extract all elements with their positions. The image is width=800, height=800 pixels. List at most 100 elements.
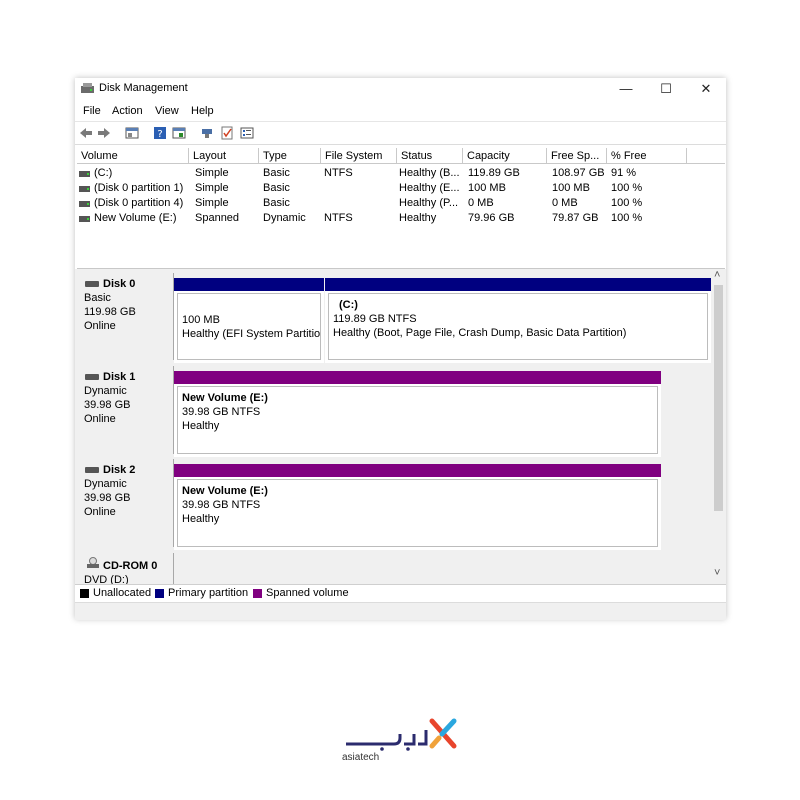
volume-name: New Volume (E:) [94, 212, 177, 224]
partition-bar [174, 371, 661, 384]
scrollbar-thumb[interactable] [714, 285, 723, 511]
drive-icon [79, 201, 90, 207]
disk-management-app-icon [81, 83, 94, 93]
menu-action[interactable]: Action [112, 105, 143, 117]
volume-row[interactable]: (Disk 0 partition 4) Simple Basic Health… [77, 197, 725, 212]
toolbar: ? [75, 121, 726, 145]
volume-percent-free: 100 % [611, 212, 643, 224]
close-button[interactable]: ✕ [686, 78, 726, 100]
legend-label: Primary partition [168, 587, 249, 599]
column-free-space[interactable]: Free Sp... [547, 148, 607, 164]
brand-text: asiatech [342, 752, 380, 763]
disk-map-pane: Disk 0 Basic 119.98 GB Online 100 MB Hea… [75, 269, 726, 584]
partition-size: 39.98 GB NTFS [182, 406, 261, 418]
partition-body: New Volume (E:) 39.98 GB NTFS Healthy [177, 479, 658, 547]
volume-status: Healthy (B... [399, 167, 460, 179]
minimize-button[interactable]: — [606, 78, 646, 100]
partition-efi[interactable]: 100 MB Healthy (EFI System Partition) [174, 278, 324, 363]
disk-0-info[interactable]: Disk 0 Basic 119.98 GB Online [77, 273, 174, 360]
volume-layout: Simple [195, 167, 229, 179]
volume-status: Healthy [399, 212, 437, 224]
partition-new-volume-e[interactable]: New Volume (E:) 39.98 GB NTFS Healthy [174, 464, 661, 550]
volume-row[interactable]: New Volume (E:) Spanned Dynamic NTFS Hea… [77, 212, 725, 227]
partition-body: 100 MB Healthy (EFI System Partition) [177, 293, 321, 360]
column-volume[interactable]: Volume [77, 148, 189, 164]
column-layout[interactable]: Layout [189, 148, 259, 164]
help-icon[interactable]: ? [153, 126, 167, 140]
partition-title: New Volume (E:) [182, 392, 268, 404]
volume-layout: Simple [195, 182, 229, 194]
disk-state: Online [84, 506, 116, 518]
column-percent-free[interactable]: % Free [607, 148, 687, 164]
forward-arrow-icon[interactable] [97, 126, 111, 140]
disk-2-info[interactable]: Disk 2 Dynamic 39.98 GB Online [77, 459, 174, 547]
status-bar [75, 602, 726, 620]
maximize-button[interactable]: ☐ [646, 78, 686, 100]
menu-help[interactable]: Help [191, 105, 214, 117]
menu-file[interactable]: File [83, 105, 101, 117]
column-empty [687, 148, 725, 164]
checklist-icon[interactable] [220, 126, 234, 140]
volume-free-space: 0 MB [552, 197, 578, 209]
disk-type: DVD (D:) [84, 574, 129, 584]
volume-row[interactable]: (Disk 0 partition 1) Simple Basic Health… [77, 182, 725, 197]
settings-list-icon[interactable] [240, 126, 254, 140]
cdrom-icon [87, 557, 99, 568]
volume-layout: Spanned [195, 212, 240, 224]
connect-icon[interactable] [200, 126, 214, 140]
back-arrow-icon[interactable] [79, 126, 93, 140]
volume-type: Dynamic [263, 212, 306, 224]
partition-body: (C:) 119.89 GB NTFS Healthy (Boot, Page … [328, 293, 708, 360]
drive-icon [79, 186, 90, 192]
disk-map-scrollbar[interactable]: ˄ ˅ [712, 269, 725, 583]
partition-body: New Volume (E:) 39.98 GB NTFS Healthy [177, 386, 658, 454]
scroll-down-arrow[interactable]: ˅ [714, 567, 720, 579]
disk-icon [85, 374, 99, 380]
cdrom-0-info[interactable]: CD-ROM 0 DVD (D:) [77, 553, 174, 584]
disk-name: CD-ROM 0 [103, 560, 158, 572]
column-status[interactable]: Status [397, 148, 463, 164]
volume-status: Healthy (P... [399, 197, 459, 209]
legend-swatch-primary [155, 589, 164, 598]
disk-size: 119.98 GB [84, 306, 136, 318]
column-file-system[interactable]: File System [321, 148, 397, 164]
partition-status: Healthy [182, 513, 220, 525]
volume-capacity: 79.96 GB [468, 212, 515, 224]
volume-layout: Simple [195, 197, 229, 209]
volume-capacity: 0 MB [468, 197, 494, 209]
volume-type: Basic [263, 197, 290, 209]
properties-pane-icon[interactable] [125, 126, 139, 140]
partition-c[interactable]: (C:) 119.89 GB NTFS Healthy (Boot, Page … [325, 278, 711, 363]
partition-new-volume-e[interactable]: New Volume (E:) 39.98 GB NTFS Healthy [174, 371, 661, 457]
volume-file-system: NTFS [324, 212, 353, 224]
console-icon[interactable] [172, 126, 186, 140]
disk-1-info[interactable]: Disk 1 Dynamic 39.98 GB Online [77, 366, 174, 454]
partition-status: Healthy (Boot, Page File, Crash Dump, Ba… [333, 327, 627, 339]
scroll-up-arrow[interactable]: ˄ [714, 269, 720, 281]
partition-bar [325, 278, 711, 291]
disk-icon [85, 467, 99, 473]
partition-title: (C:) [339, 299, 358, 311]
volume-percent-free: 91 % [611, 167, 637, 179]
volume-percent-free: 100 % [611, 182, 643, 194]
partition-title: New Volume (E:) [182, 485, 268, 497]
column-capacity[interactable]: Capacity [463, 148, 547, 164]
volume-free-space: 100 MB [552, 182, 590, 194]
volume-file-system: NTFS [324, 167, 353, 179]
column-type[interactable]: Type [259, 148, 321, 164]
volume-name: (Disk 0 partition 1) [94, 182, 184, 194]
drive-icon [79, 216, 90, 222]
disk-type: Dynamic [84, 478, 127, 490]
partition-status: Healthy [182, 420, 220, 432]
legend-bar: Unallocated Primary partition Spanned vo… [75, 584, 726, 603]
volume-status: Healthy (E... [399, 182, 460, 194]
disk-type: Dynamic [84, 385, 127, 397]
volume-row[interactable]: (C:) Simple Basic NTFS Healthy (B... 119… [77, 167, 725, 182]
volume-type: Basic [263, 167, 290, 179]
menu-view[interactable]: View [155, 105, 179, 117]
volume-capacity: 119.89 GB [468, 167, 520, 179]
disk-icon [85, 281, 99, 287]
drive-icon [79, 171, 90, 177]
legend-label: Unallocated [93, 587, 152, 599]
volume-capacity: 100 MB [468, 182, 506, 194]
